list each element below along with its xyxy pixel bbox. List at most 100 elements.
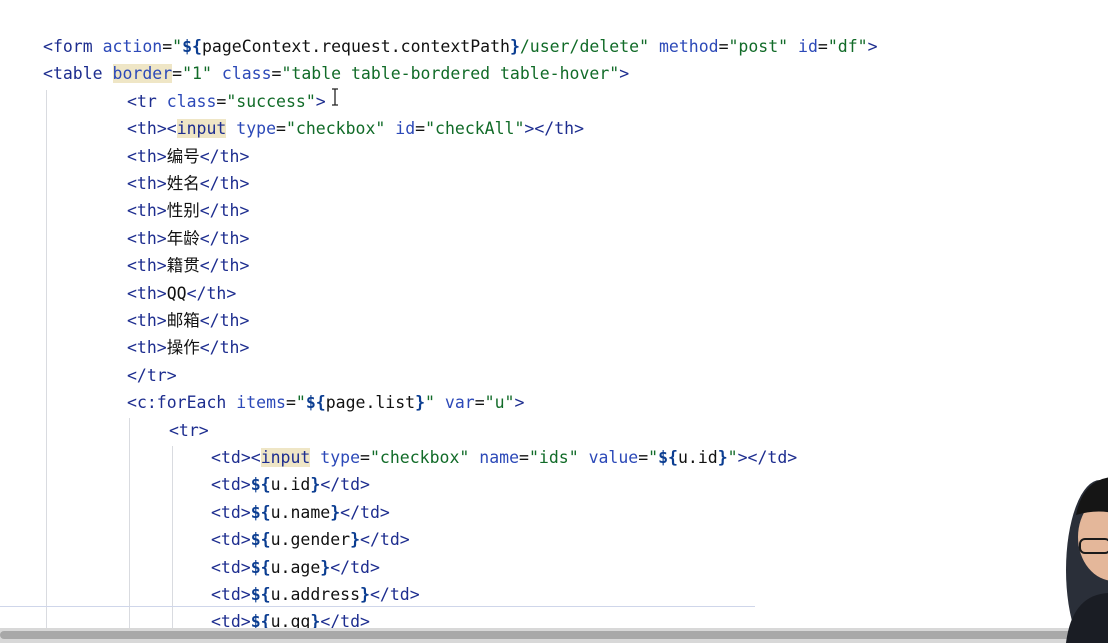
code-token: 操作 bbox=[166, 338, 200, 358]
code-token: th bbox=[554, 119, 575, 139]
code-token: "post" bbox=[728, 37, 789, 56]
code-token: = bbox=[638, 448, 649, 467]
code-token: "success" bbox=[226, 91, 316, 111]
code-token: <th> bbox=[127, 174, 167, 193]
code-token: = bbox=[718, 37, 729, 56]
code-line: <form action="${pageContext.request.cont… bbox=[43, 34, 878, 60]
code-token: type bbox=[236, 119, 277, 139]
code-token: } bbox=[310, 475, 321, 495]
code-line: <tr class="success"> bbox=[127, 89, 326, 115]
code-token: } bbox=[350, 530, 361, 550]
code-token: < bbox=[127, 119, 137, 139]
horizontal-scrollbar-thumb[interactable] bbox=[0, 631, 1108, 639]
code-token: <th> bbox=[127, 256, 167, 276]
code-token: ${ bbox=[250, 557, 271, 577]
code-token: <td> bbox=[211, 530, 251, 550]
code-token: = bbox=[415, 119, 426, 139]
code-token: <th> bbox=[127, 146, 167, 166]
code-token: } bbox=[360, 585, 370, 604]
indent-guide bbox=[172, 446, 173, 643]
code-token: > bbox=[787, 448, 798, 467]
code-token: > bbox=[514, 393, 525, 413]
code-token: td bbox=[220, 448, 241, 467]
code-token: </th> bbox=[199, 146, 250, 166]
code-token: < bbox=[43, 37, 53, 56]
code-token: items bbox=[236, 393, 286, 413]
code-token: ${ bbox=[250, 585, 271, 604]
presenter-video-icon bbox=[1066, 477, 1108, 643]
code-token: </tr> bbox=[127, 365, 177, 385]
code-token: </th> bbox=[199, 256, 250, 276]
code-token: ></ bbox=[524, 119, 555, 139]
code-token: " bbox=[727, 448, 738, 467]
code-token: <td> bbox=[211, 475, 251, 495]
code-line: <td>${u.age}</td> bbox=[211, 555, 380, 581]
code-token: 编号 bbox=[166, 146, 200, 166]
code-token: = bbox=[474, 393, 485, 413]
code-token: <th> bbox=[127, 201, 167, 221]
code-line: <c:forEach items="${page.list}" var="u"> bbox=[127, 390, 524, 416]
code-line: <th>QQ</th> bbox=[127, 281, 236, 307]
code-line: <th>邮箱</th> bbox=[127, 308, 249, 334]
code-token: </td> bbox=[360, 530, 410, 550]
code-token: <td> bbox=[211, 585, 251, 604]
indent-guide bbox=[46, 90, 47, 643]
code-token: tr bbox=[136, 91, 157, 111]
code-token: <th> bbox=[127, 311, 167, 330]
code-token: 邮箱 bbox=[166, 311, 200, 330]
code-line: </tr> bbox=[127, 363, 177, 389]
code-token: </th> bbox=[199, 201, 250, 221]
code-token: = bbox=[172, 64, 183, 84]
text-cursor-icon bbox=[332, 88, 338, 106]
code-token: <th> bbox=[127, 338, 167, 358]
code-token: border bbox=[112, 64, 173, 84]
code-token: 籍贯 bbox=[166, 256, 200, 276]
code-token: } bbox=[717, 448, 728, 467]
code-token: > bbox=[315, 91, 326, 111]
code-token: > bbox=[867, 37, 878, 56]
code-token: id bbox=[798, 37, 818, 56]
code-token: "checkbox" bbox=[285, 119, 386, 139]
code-token: "checkAll" bbox=[425, 119, 525, 139]
code-token: </td> bbox=[369, 585, 420, 604]
code-token: u.name bbox=[270, 502, 331, 522]
code-line: <table border="1" class="table table-bor… bbox=[43, 61, 629, 87]
code-token: } bbox=[415, 393, 426, 413]
code-token: } bbox=[320, 557, 331, 577]
code-editor[interactable]: <form action="${pageContext.request.cont… bbox=[0, 0, 1108, 643]
code-token: action bbox=[102, 37, 163, 56]
code-token: = bbox=[162, 37, 173, 56]
code-token: </td> bbox=[330, 557, 380, 577]
code-token: page.list bbox=[325, 393, 416, 413]
code-token: pageContext.request.contextPath bbox=[201, 37, 510, 56]
code-line: <td>${u.id}</td> bbox=[211, 472, 370, 498]
code-token: > bbox=[619, 64, 630, 84]
code-token: class bbox=[166, 91, 217, 111]
code-line: <th>年龄</th> bbox=[127, 226, 249, 252]
code-token: > bbox=[574, 119, 585, 139]
code-token: < bbox=[127, 393, 137, 413]
code-line: <td>${u.name}</td> bbox=[211, 500, 390, 526]
code-token: u.address bbox=[270, 585, 361, 604]
code-token: "u" bbox=[484, 393, 515, 413]
code-token: " bbox=[172, 37, 183, 56]
code-token: 姓名 bbox=[166, 174, 200, 193]
code-token: <th> bbox=[127, 283, 167, 303]
code-line: <th>姓名</th> bbox=[127, 171, 249, 197]
code-token: = bbox=[360, 448, 370, 467]
code-token: "1" bbox=[182, 64, 212, 84]
code-token: } bbox=[509, 37, 520, 56]
code-token: < bbox=[250, 448, 261, 467]
code-token: < bbox=[166, 119, 177, 139]
code-token: u.age bbox=[270, 557, 321, 577]
code-token: ${ bbox=[250, 475, 271, 495]
code-token: var bbox=[444, 393, 475, 413]
code-token: = bbox=[285, 393, 296, 413]
